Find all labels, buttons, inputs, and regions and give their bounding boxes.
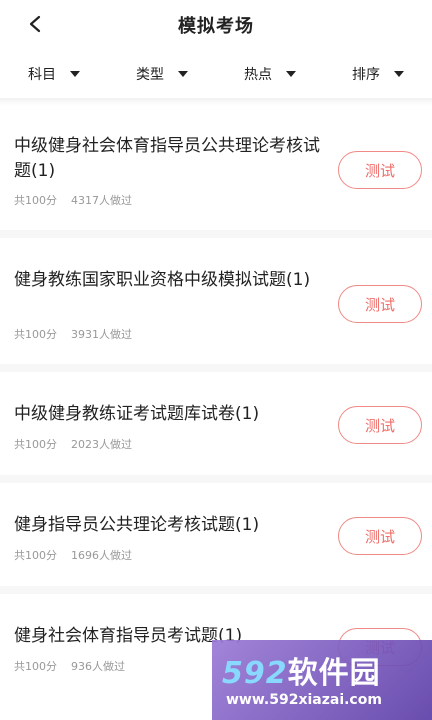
watermark-brand: 592软件园 (222, 648, 381, 692)
watermark-text: 软件园 (287, 656, 381, 691)
exam-takers: 2023人做过 (71, 438, 132, 451)
exam-meta: 共100分 2023人做过 (14, 436, 132, 452)
exam-takers: 936人做过 (71, 660, 125, 673)
exam-card[interactable]: 健身指导员公共理论考核试题(1) 共100分 1696人做过 测试 (0, 483, 432, 594)
filter-label: 类型 (136, 67, 164, 83)
filter-label: 排序 (352, 67, 380, 83)
exam-score: 共100分 (14, 194, 57, 207)
filter-label: 热点 (244, 67, 272, 83)
filter-sort[interactable]: 排序 (324, 56, 432, 92)
filter-bar: 科目 类型 热点 排序 (0, 56, 432, 92)
header-divider (0, 98, 432, 106)
test-button[interactable]: 测试 (338, 517, 422, 555)
top-navbar: 模拟考场 (0, 0, 432, 48)
exam-score: 共100分 (14, 660, 57, 673)
watermark-number: 592 (222, 656, 288, 691)
exam-meta: 共100分 4317人做过 (14, 192, 132, 208)
exam-title: 中级健身社会体育指导员公共理论考核试题(1) (14, 136, 320, 181)
test-button[interactable]: 测试 (338, 285, 422, 323)
exam-card[interactable]: 健身教练国家职业资格中级模拟试题(1) 共100分 3931人做过 测试 (0, 238, 432, 372)
exam-score: 共100分 (14, 438, 57, 451)
exam-meta: 共100分 1696人做过 (14, 547, 132, 563)
exam-score: 共100分 (14, 549, 57, 562)
caret-down-icon (178, 71, 188, 77)
caret-down-icon (286, 71, 296, 77)
test-button[interactable]: 测试 (338, 151, 422, 189)
exam-score: 共100分 (14, 328, 57, 341)
filter-hot[interactable]: 热点 (216, 56, 324, 92)
watermark-url: www.592xiazai.com (226, 692, 382, 708)
exam-card[interactable]: 中级健身社会体育指导员公共理论考核试题(1) 共100分 4317人做过 测试 (0, 106, 432, 238)
exam-takers: 4317人做过 (71, 194, 132, 207)
filter-label: 科目 (28, 67, 56, 83)
exam-meta: 共100分 3931人做过 (14, 326, 132, 342)
exam-list: 中级健身社会体育指导员公共理论考核试题(1) 共100分 4317人做过 测试 健… (0, 106, 432, 714)
filter-subject[interactable]: 科目 (0, 56, 108, 92)
exam-takers: 3931人做过 (71, 328, 132, 341)
site-watermark: 592软件园 www.592xiazai.com (212, 640, 432, 720)
exam-title: 健身教练国家职业资格中级模拟试题(1) (14, 270, 311, 290)
exam-card[interactable]: 中级健身教练证考试题库试卷(1) 共100分 2023人做过 测试 (0, 372, 432, 483)
exam-takers: 1696人做过 (71, 549, 132, 562)
page-title: 模拟考场 (178, 16, 254, 37)
filter-type[interactable]: 类型 (108, 56, 216, 92)
caret-down-icon (394, 71, 404, 77)
exam-title: 健身指导员公共理论考核试题(1) (14, 515, 260, 535)
caret-down-icon (70, 71, 80, 77)
test-button[interactable]: 测试 (338, 406, 422, 444)
exam-title: 中级健身教练证考试题库试卷(1) (14, 404, 260, 424)
exam-meta: 共100分 936人做过 (14, 658, 125, 674)
